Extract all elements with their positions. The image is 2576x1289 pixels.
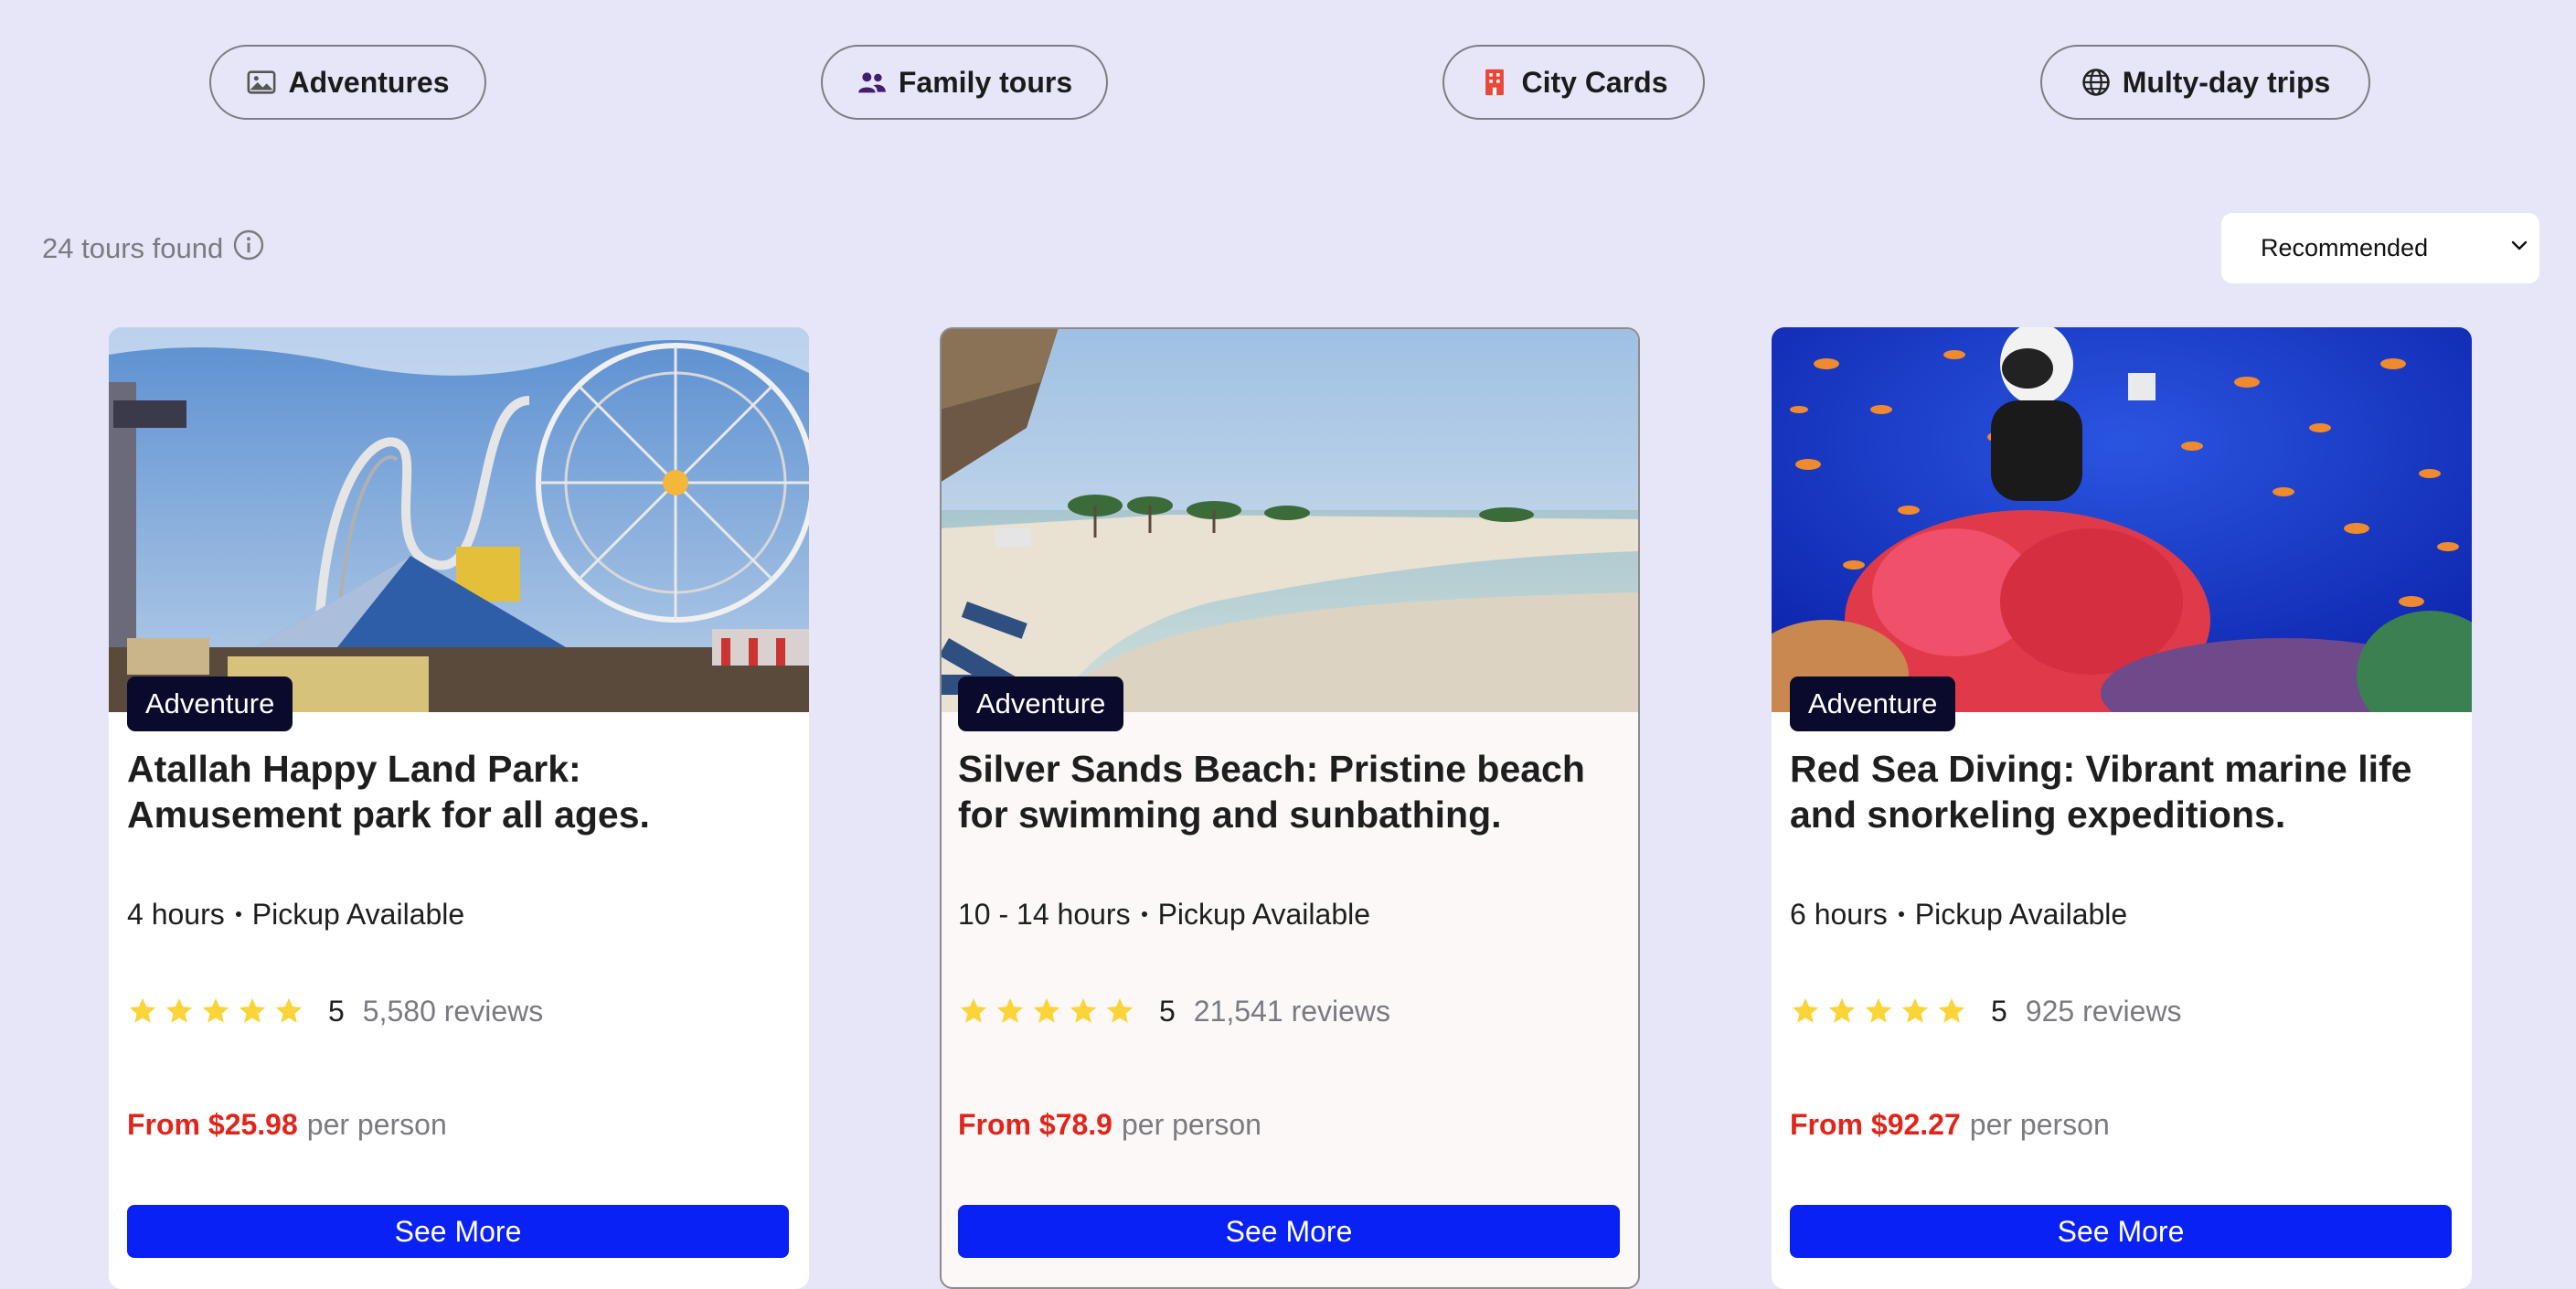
price-from: From $78.9 [958,1107,1112,1141]
rating-score: 5 [328,994,345,1028]
star-icon [1865,997,1892,1023]
info-icon[interactable] [232,229,265,269]
tour-info: 10 - 14 hours Pickup Available [958,896,1370,932]
tour-rating: 5 5,580 reviews [127,993,543,1029]
star-icon [1033,997,1060,1023]
price-from: From $92.27 [1790,1107,1961,1141]
star-rating [958,996,1135,1027]
star-icon [1938,997,1965,1023]
star-icon [960,997,987,1023]
tour-pickup: Pickup Available [251,897,465,931]
category-badge: Adventure [1790,676,1956,731]
tour-duration: 10 - 14 hours [958,897,1131,931]
price-per: per person [1121,1107,1261,1141]
amusement-park-photo [109,327,809,712]
tour-pickup: Pickup Available [1157,897,1371,931]
review-count: 21,541 reviews [1193,994,1391,1028]
star-icon [1106,997,1134,1023]
star-icon [202,997,229,1023]
price-per: per person [1969,1107,2110,1141]
tour-price: From $92.27 per person [1790,1106,2110,1143]
sort-select[interactable]: Recommended [2221,213,2539,283]
tour-price: From $78.9 per person [958,1106,1261,1143]
separator-dot [1898,911,1904,917]
star-icon [1901,997,1929,1023]
tour-info: 4 hours Pickup Available [127,896,464,932]
tour-price: From $25.98 per person [127,1106,447,1143]
tour-rating: 5 21,541 reviews [958,993,1390,1029]
people-icon [857,67,888,98]
star-rating [1790,996,1967,1027]
price-per: per person [306,1107,447,1141]
star-icon [239,997,266,1023]
results-count-text: 24 tours found [42,232,224,264]
rating-score: 5 [1159,994,1176,1028]
star-rating [127,996,304,1027]
see-more-button[interactable]: See More [958,1205,1620,1258]
tour-card[interactable]: Adventure Silver Sands Beach: Pristine b… [940,327,1640,1289]
category-badge: Adventure [958,676,1124,731]
tour-duration: 4 hours [127,897,225,931]
price-from: From $25.98 [127,1107,298,1141]
separator-dot [1141,911,1147,917]
review-count: 5,580 reviews [362,994,544,1028]
category-multi-day-trips[interactable]: Multy-day trips [2040,45,2370,120]
star-icon [1828,997,1856,1023]
rating-score: 5 [1991,994,2007,1028]
coral-reef-diving-photo [1772,327,2472,712]
tour-title[interactable]: Silver Sands Beach: Pristine beach for s… [958,746,1616,837]
category-label: Multy-day trips [2122,65,2331,99]
tour-card[interactable]: Adventure Red Sea Diving: Vibrant marine… [1772,327,2472,1289]
beach-photo [942,329,1638,712]
sort-selected-value: Recommended [2261,234,2429,261]
tour-pickup: Pickup Available [1914,897,2128,931]
image-icon [246,67,277,98]
star-icon [275,997,303,1023]
tour-info: 6 hours Pickup Available [1790,896,2127,932]
review-count: 925 reviews [2025,994,2182,1028]
tour-card[interactable]: Adventure Atallah Happy Land Park: Amuse… [109,327,809,1289]
star-icon [129,997,156,1023]
tour-title[interactable]: Red Sea Diving: Vibrant marine life and … [1790,746,2448,837]
category-badge: Adventure [127,676,293,731]
tour-duration: 6 hours [1790,897,1888,931]
category-adventures[interactable]: Adventures [209,45,486,120]
tour-title[interactable]: Atallah Happy Land Park: Amusement park … [127,746,785,837]
globe-icon [2081,67,2112,98]
star-icon [1792,997,1819,1023]
star-icon [996,997,1024,1023]
category-label: Family tours [898,65,1073,99]
tour-rating: 5 925 reviews [1790,993,2182,1029]
see-more-button[interactable]: See More [127,1205,789,1258]
results-count: 24 tours found [42,229,265,269]
star-icon [165,997,193,1023]
category-label: City Cards [1521,65,1668,99]
building-icon [1479,67,1510,98]
chevron-down-icon [2508,234,2530,262]
see-more-button[interactable]: See More [1790,1205,2452,1258]
separator-dot [235,911,241,917]
category-city-cards[interactable]: City Cards [1442,45,1705,120]
category-label: Adventures [288,65,450,99]
category-family-tours[interactable]: Family tours [821,45,1108,120]
star-icon [1070,997,1097,1023]
